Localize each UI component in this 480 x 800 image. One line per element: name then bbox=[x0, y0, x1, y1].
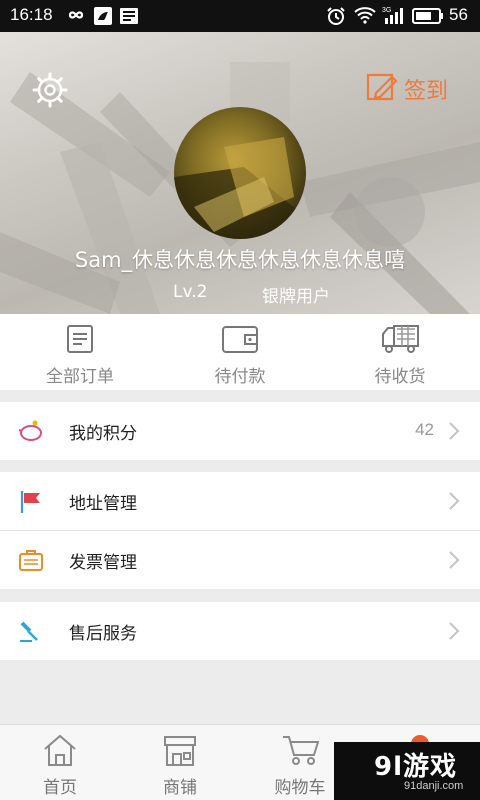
infinity-icon bbox=[64, 6, 88, 28]
svg-text:3G: 3G bbox=[382, 7, 391, 14]
nav-home-label: 首页 bbox=[43, 778, 77, 798]
piggy-bank-icon bbox=[18, 419, 44, 447]
all-orders-button[interactable]: 全部订单 bbox=[0, 314, 160, 390]
after-sale-service-label: 售后服务 bbox=[69, 624, 137, 644]
nav-home[interactable]: 首页 bbox=[0, 725, 120, 800]
pending-receipt-label: 待收货 bbox=[374, 367, 426, 387]
address-management-label: 地址管理 bbox=[69, 494, 137, 514]
wifi-icon bbox=[354, 6, 376, 28]
my-points-value: 42 bbox=[415, 420, 434, 439]
flag-icon bbox=[18, 489, 44, 519]
battery-level: 56 bbox=[449, 5, 468, 24]
order-list-icon bbox=[66, 324, 94, 358]
status-time: 16:18 bbox=[10, 5, 53, 24]
pending-payment-button[interactable]: 待付款 bbox=[160, 314, 320, 390]
chevron-right-icon bbox=[448, 491, 460, 515]
after-sale-service-row[interactable]: 售后服务 bbox=[0, 602, 480, 660]
checkin-label: 签到 bbox=[404, 79, 449, 104]
user-level: Lv.2 bbox=[173, 282, 208, 302]
settings-button[interactable] bbox=[30, 70, 70, 110]
invoice-management-label: 发票管理 bbox=[69, 553, 137, 573]
store-icon bbox=[162, 733, 198, 771]
hammer-icon bbox=[18, 619, 44, 647]
member-tier: 银牌用户 bbox=[262, 287, 330, 307]
chevron-right-icon bbox=[448, 550, 460, 574]
news-icon bbox=[120, 7, 138, 29]
site-watermark: 9l游戏 91danji.com bbox=[334, 742, 480, 800]
home-icon bbox=[42, 733, 78, 771]
battery-icon bbox=[412, 8, 444, 28]
address-management-row[interactable]: 地址管理 bbox=[0, 472, 480, 530]
delivery-truck-icon bbox=[380, 324, 420, 358]
checkin-button[interactable]: 签到 bbox=[366, 72, 452, 106]
nav-store-label: 商铺 bbox=[163, 778, 197, 798]
watermark-logo-text: 9l游戏 bbox=[374, 752, 458, 782]
status-bar: 16:18 3G 56 bbox=[0, 0, 480, 32]
invoice-management-row[interactable]: 发票管理 bbox=[0, 531, 480, 589]
pending-payment-label: 待付款 bbox=[214, 367, 266, 387]
gear-icon bbox=[30, 72, 70, 114]
all-orders-label: 全部订单 bbox=[46, 367, 114, 387]
signal-3g-icon: 3G bbox=[382, 5, 408, 29]
alarm-icon bbox=[326, 6, 346, 30]
chevron-right-icon bbox=[448, 421, 460, 445]
nav-store[interactable]: 商铺 bbox=[120, 725, 240, 800]
username: Sam_休息休息休息休息休息休息嘻 bbox=[74, 248, 406, 272]
chevron-right-icon bbox=[448, 621, 460, 645]
my-points-label: 我的积分 bbox=[69, 424, 137, 444]
watermark-url: 91danji.com bbox=[404, 780, 464, 792]
cart-icon bbox=[281, 733, 320, 771]
edit-checkin-icon bbox=[366, 71, 398, 107]
order-shortcuts: 全部订单 待付款 待收货 bbox=[0, 314, 480, 390]
pending-receipt-button[interactable]: 待收货 bbox=[320, 314, 480, 390]
wallet-icon bbox=[221, 324, 259, 358]
app-notification-icon bbox=[94, 7, 112, 29]
my-points-row[interactable]: 我的积分 42 bbox=[0, 402, 480, 460]
avatar[interactable] bbox=[174, 107, 306, 239]
invoice-case-icon bbox=[18, 548, 44, 576]
profile-header: 签到 Sam_休息休息休息休息休息休息嘻 Lv.2 银牌用户 bbox=[0, 32, 480, 314]
